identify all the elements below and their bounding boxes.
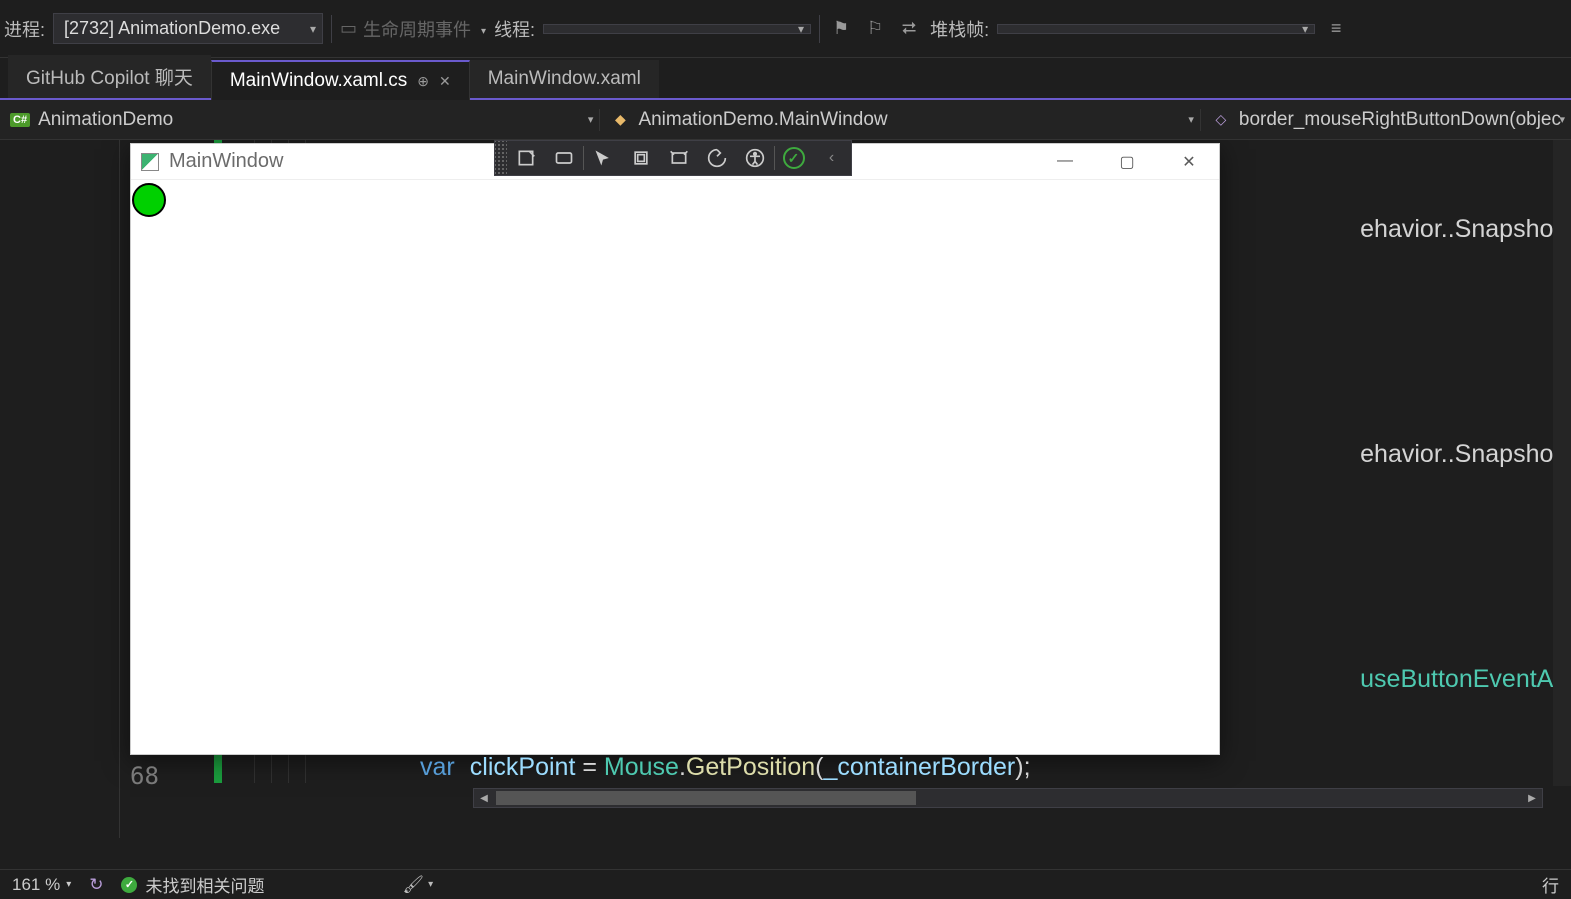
brush-icon: 🖌 — [402, 875, 424, 895]
tab-mainwindow-xaml[interactable]: MainWindow.xaml — [470, 60, 659, 98]
toolbar-separator — [819, 15, 820, 43]
go-to-live-visual-tree-icon[interactable] — [507, 141, 545, 175]
lifecycle-events-button[interactable]: ▭ 生命周期事件 — [340, 16, 486, 42]
method-label: border_mouseRightButtonDown(objec — [1239, 109, 1561, 131]
tab-mainwindow-xaml-cs[interactable]: MainWindow.xaml.cs ⊕ ✕ — [211, 60, 470, 100]
overflow-icon[interactable]: ≡ — [1323, 16, 1349, 42]
green-circle[interactable] — [132, 183, 166, 217]
lifecycle-icon: ▭ — [340, 18, 357, 39]
grip-icon[interactable] — [495, 141, 507, 175]
line-number: 68 — [130, 762, 159, 790]
line-label: 行 — [1542, 877, 1559, 896]
namespace-dropdown[interactable]: C# AnimationDemo — [0, 109, 600, 131]
stackframe-label: 堆栈帧: — [930, 16, 989, 42]
scroll-left-icon[interactable]: ◀ — [474, 793, 494, 804]
tab-label: MainWindow.xaml.cs — [230, 70, 407, 92]
chevron-down-icon: ▾ — [66, 879, 71, 890]
method-icon: ◇ — [1211, 110, 1231, 130]
select-element-icon[interactable] — [584, 141, 622, 175]
zoom-value: 161 % — [12, 875, 60, 895]
flag-outline-icon[interactable]: ⚐ — [862, 16, 888, 42]
tab-label: MainWindow.xaml — [488, 68, 641, 90]
line-col-indicator[interactable]: 行 — [1542, 872, 1559, 897]
code-nav-bar: C# AnimationDemo ◆ AnimationDemo.MainWin… — [0, 100, 1571, 140]
window-controls: — ▢ ✕ — [1045, 152, 1209, 172]
app-title: MainWindow — [169, 150, 283, 173]
chevron-down-icon — [477, 18, 486, 39]
class-icon: ◆ — [610, 110, 630, 130]
csharp-icon: C# — [10, 113, 30, 127]
close-icon[interactable]: ✕ — [439, 73, 451, 90]
preview-icon[interactable] — [545, 141, 583, 175]
minimize-button[interactable]: — — [1045, 152, 1085, 172]
cleanup-button[interactable]: 🖌 ▾ — [402, 875, 433, 895]
code-line-68: var clickPoint = Mouse.GetPosition(_cont… — [420, 752, 1031, 782]
editor-tab-strip: GitHub Copilot 聊天 MainWindow.xaml.cs ⊕ ✕… — [0, 58, 1571, 100]
process-combo[interactable]: [2732] AnimationDemo.exe — [53, 13, 323, 44]
hot-reload-status-icon[interactable]: ✓ — [775, 141, 813, 175]
debug-toolbar: 进程: [2732] AnimationDemo.exe ▭ 生命周期事件 线程… — [0, 0, 1571, 58]
collapse-icon[interactable]: ‹ — [813, 141, 851, 175]
vertical-scrollbar[interactable] — [1553, 140, 1571, 786]
process-label: 进程: — [4, 16, 45, 42]
app-client-area[interactable] — [131, 180, 1219, 754]
scroll-right-icon[interactable]: ▶ — [1522, 793, 1542, 804]
process-value: [2732] AnimationDemo.exe — [64, 18, 280, 38]
code-editor[interactable]: new Duration(TimeSpan.FromSeconds(4))); … — [0, 140, 1571, 838]
issues-text: 未找到相关问题 — [145, 872, 264, 897]
class-label: AnimationDemo.MainWindow — [638, 109, 887, 131]
code-fragment-right: ehavior..SnapshotA ehavior..SnapshotA us… — [1360, 202, 1571, 707]
tab-label: GitHub Copilot 聊天 — [26, 63, 193, 90]
check-icon: ✓ — [121, 877, 137, 893]
chevron-down-icon: ▾ — [428, 879, 433, 890]
editor-status-bar: 161 % ▾ ↻ ✓ 未找到相关问题 🖌 ▾ 行 — [0, 869, 1571, 899]
thread-combo[interactable] — [543, 24, 811, 34]
method-dropdown[interactable]: ◇ border_mouseRightButtonDown(objec — [1201, 109, 1571, 131]
toolbar-separator — [331, 15, 332, 43]
class-dropdown[interactable]: ◆ AnimationDemo.MainWindow — [600, 109, 1200, 131]
refresh-icon[interactable]: ↻ — [89, 875, 103, 895]
track-focus-icon[interactable] — [660, 141, 698, 175]
close-button[interactable]: ✕ — [1169, 152, 1209, 172]
issues-indicator[interactable]: ✓ 未找到相关问题 — [121, 872, 264, 897]
thread-label: 线程: — [494, 16, 535, 42]
tab-github-copilot[interactable]: GitHub Copilot 聊天 — [8, 55, 211, 98]
horizontal-scrollbar[interactable]: ◀ ▶ — [473, 788, 1543, 808]
namespace-label: AnimationDemo — [38, 109, 173, 131]
xaml-live-toolbar: ✓ ‹ — [494, 140, 852, 176]
gutter — [0, 140, 120, 838]
scrollbar-thumb[interactable] — [496, 791, 916, 805]
zoom-control[interactable]: 161 % ▾ — [12, 875, 71, 895]
app-icon — [141, 153, 159, 171]
hot-reload-icon[interactable] — [698, 141, 736, 175]
link-icon[interactable]: ⮂ — [896, 16, 922, 42]
accessibility-icon[interactable] — [736, 141, 774, 175]
pin-icon[interactable]: ⊕ — [417, 73, 429, 90]
running-app-window: MainWindow — ▢ ✕ — [130, 143, 1220, 755]
stackframe-combo[interactable] — [997, 24, 1315, 34]
lifecycle-label: 生命周期事件 — [363, 16, 471, 42]
display-layout-icon[interactable] — [622, 141, 660, 175]
flag-icon[interactable]: ⚑ — [828, 16, 854, 42]
maximize-button[interactable]: ▢ — [1107, 152, 1147, 172]
